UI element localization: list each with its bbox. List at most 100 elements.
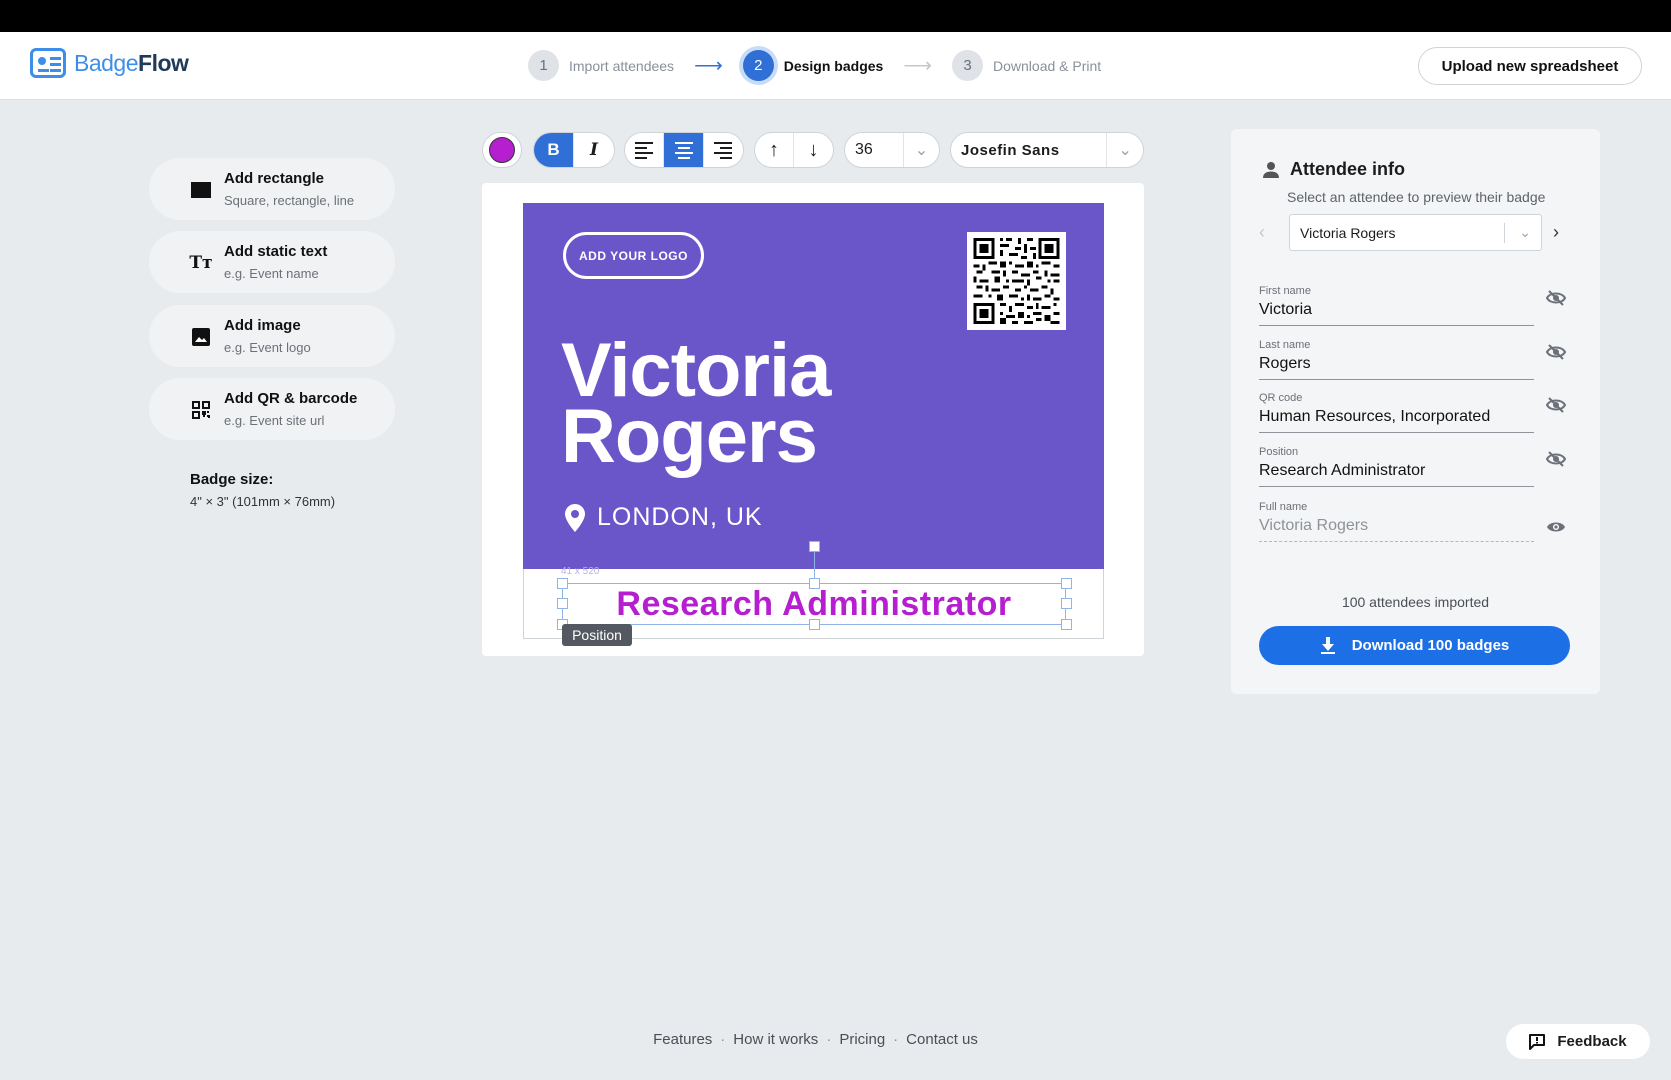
add-image-button[interactable]: Add image e.g. Event logo xyxy=(149,305,395,367)
footer-link-pricing[interactable]: Pricing xyxy=(839,1031,885,1048)
qr-code[interactable] xyxy=(967,232,1066,330)
app-logo[interactable]: BadgeFlow xyxy=(30,48,189,78)
chevron-down-icon: ⌄ xyxy=(914,142,929,159)
qr-icon xyxy=(191,400,211,420)
person-icon xyxy=(1263,161,1279,178)
tool-title: Add static text xyxy=(224,243,328,260)
eye-off-icon[interactable] xyxy=(1545,342,1567,362)
add-rectangle-button[interactable]: Add rectangle Square, rectangle, line xyxy=(149,158,395,220)
badge-position-text[interactable]: Research Administrator xyxy=(558,582,1070,626)
chevron-left-icon[interactable]: ‹ xyxy=(1259,222,1265,243)
step-number: 3 xyxy=(952,50,983,81)
last-name-field[interactable]: Last name Rogers xyxy=(1259,339,1534,380)
position-field[interactable]: Position Research Administrator xyxy=(1259,446,1534,487)
feedback-button[interactable]: Feedback xyxy=(1506,1024,1650,1059)
text-style-group: B I xyxy=(533,132,615,168)
step-label: Download & Print xyxy=(993,57,1102,74)
tool-subtitle: Square, rectangle, line xyxy=(224,193,355,208)
field-value: Victoria xyxy=(1259,301,1313,318)
field-value: Victoria Rogers xyxy=(1259,517,1369,534)
rotate-handle[interactable] xyxy=(809,541,820,552)
feedback-icon xyxy=(1529,1033,1546,1050)
italic-button[interactable]: I xyxy=(574,133,614,167)
imported-count: 100 attendees imported xyxy=(1341,594,1490,610)
tool-subtitle: e.g. Event site url xyxy=(224,413,325,428)
arrow-down-icon: ↓ xyxy=(808,138,819,161)
step-download[interactable]: 3 Download & Print xyxy=(952,50,1101,81)
add-qr-barcode-button[interactable]: Add QR & barcode e.g. Event site url xyxy=(149,378,395,440)
badge-size-label: Badge size: xyxy=(190,471,274,488)
qr-code-field[interactable]: QR code Human Resources, Incorporated xyxy=(1259,392,1534,433)
field-value: Human Resources, Incorporated xyxy=(1259,408,1491,425)
layer-order-group: ↑ ↓ xyxy=(754,132,834,168)
field-label: QR code xyxy=(1259,392,1303,404)
select-divider xyxy=(1504,223,1505,243)
panel-title-text: Attendee info xyxy=(1290,159,1405,179)
eye-off-icon[interactable] xyxy=(1545,449,1567,469)
eye-off-icon[interactable] xyxy=(1545,395,1567,415)
chevron-down-icon: ⌄ xyxy=(1519,224,1531,240)
footer-link-contact[interactable]: Contact us xyxy=(906,1031,978,1048)
feedback-label: Feedback xyxy=(1557,1033,1627,1050)
step-import[interactable]: 1 Import attendees xyxy=(528,50,674,81)
footer-link-features[interactable]: Features xyxy=(653,1031,712,1048)
tool-title: Add image xyxy=(224,317,301,334)
add-static-text-button[interactable]: Tт Add static text e.g. Event name xyxy=(149,231,395,293)
element-tag: Position xyxy=(562,624,632,646)
location-pin-icon xyxy=(565,503,585,532)
bring-forward-button[interactable]: ↑ xyxy=(755,133,795,167)
badge-name[interactable]: Victoria Rogers xyxy=(561,333,831,479)
align-center-button[interactable] xyxy=(664,133,704,167)
align-right-icon xyxy=(714,141,733,159)
font-size-select[interactable]: 36 ⌄ xyxy=(844,132,940,168)
steps-nav: 1 Import attendees ⟶ 2 Design badges ⟶ 3… xyxy=(528,50,1101,81)
step-label: Design badges xyxy=(783,57,884,74)
field-value: Rogers xyxy=(1259,355,1311,372)
header: BadgeFlow 1 Import attendees ⟶ 2 Design … xyxy=(0,32,1671,100)
step-number: 2 xyxy=(742,50,774,81)
font-family-select[interactable]: Josefin Sans ⌄ xyxy=(950,132,1144,168)
step-design[interactable]: 2 Design badges xyxy=(742,50,884,81)
footer-links: Features · How it works · Pricing · Contact us xyxy=(653,1031,978,1048)
step-number: 1 xyxy=(528,50,559,81)
add-logo-placeholder[interactable]: ADD YOUR LOGO xyxy=(563,232,704,279)
arrow-up-icon: ↑ xyxy=(769,138,779,161)
upload-spreadsheet-button[interactable]: Upload new spreadsheet xyxy=(1418,47,1642,85)
text-icon: Tт xyxy=(189,253,213,273)
align-center-icon xyxy=(674,141,693,159)
chevron-right-icon[interactable]: › xyxy=(1553,222,1559,243)
download-label: Download 100 badges xyxy=(1351,637,1510,654)
send-backward-button[interactable]: ↓ xyxy=(794,133,833,167)
arrow-right-icon: ⟶ xyxy=(903,55,932,77)
badge-size-value: 4" × 3" (101mm × 76mm) xyxy=(190,494,336,509)
field-value: Research Administrator xyxy=(1259,462,1426,479)
color-picker[interactable] xyxy=(482,132,522,168)
chevron-down-icon: ⌄ xyxy=(1118,142,1132,159)
first-name-field[interactable]: First name Victoria xyxy=(1259,285,1534,326)
arrow-right-icon: ⟶ xyxy=(694,55,723,77)
panel-title: Attendee info xyxy=(1262,159,1405,180)
tool-subtitle: e.g. Event logo xyxy=(224,340,311,355)
eye-off-icon[interactable] xyxy=(1545,288,1567,308)
align-right-button[interactable] xyxy=(704,133,743,167)
bold-button[interactable]: B xyxy=(534,133,574,167)
field-label: Full name xyxy=(1259,501,1308,513)
eye-icon[interactable] xyxy=(1546,517,1566,537)
badge-size-info: Badge size: 4" × 3" (101mm × 76mm) xyxy=(190,471,335,509)
attendee-select[interactable]: Victoria Rogers ⌄ xyxy=(1289,214,1542,251)
footer-link-how-it-works[interactable]: How it works xyxy=(733,1031,818,1048)
selection-dimensions: 41 x 520 xyxy=(561,566,600,577)
top-black-bar xyxy=(0,0,1671,32)
rectangle-icon xyxy=(191,180,211,200)
badge-last-name: Rogers xyxy=(561,394,818,479)
image-icon xyxy=(191,327,211,347)
align-group xyxy=(624,132,744,168)
align-left-button[interactable] xyxy=(625,133,665,167)
download-badges-button[interactable]: Download 100 badges xyxy=(1259,626,1570,665)
tool-title: Add rectangle xyxy=(224,170,325,187)
full-name-field[interactable]: Full name Victoria Rogers xyxy=(1259,501,1534,542)
attendee-select-value: Victoria Rogers xyxy=(1300,224,1396,241)
font-family-value: Josefin Sans xyxy=(951,133,1108,167)
badge-location[interactable]: LONDON, UK xyxy=(565,503,763,532)
field-label: Last name xyxy=(1259,339,1311,351)
